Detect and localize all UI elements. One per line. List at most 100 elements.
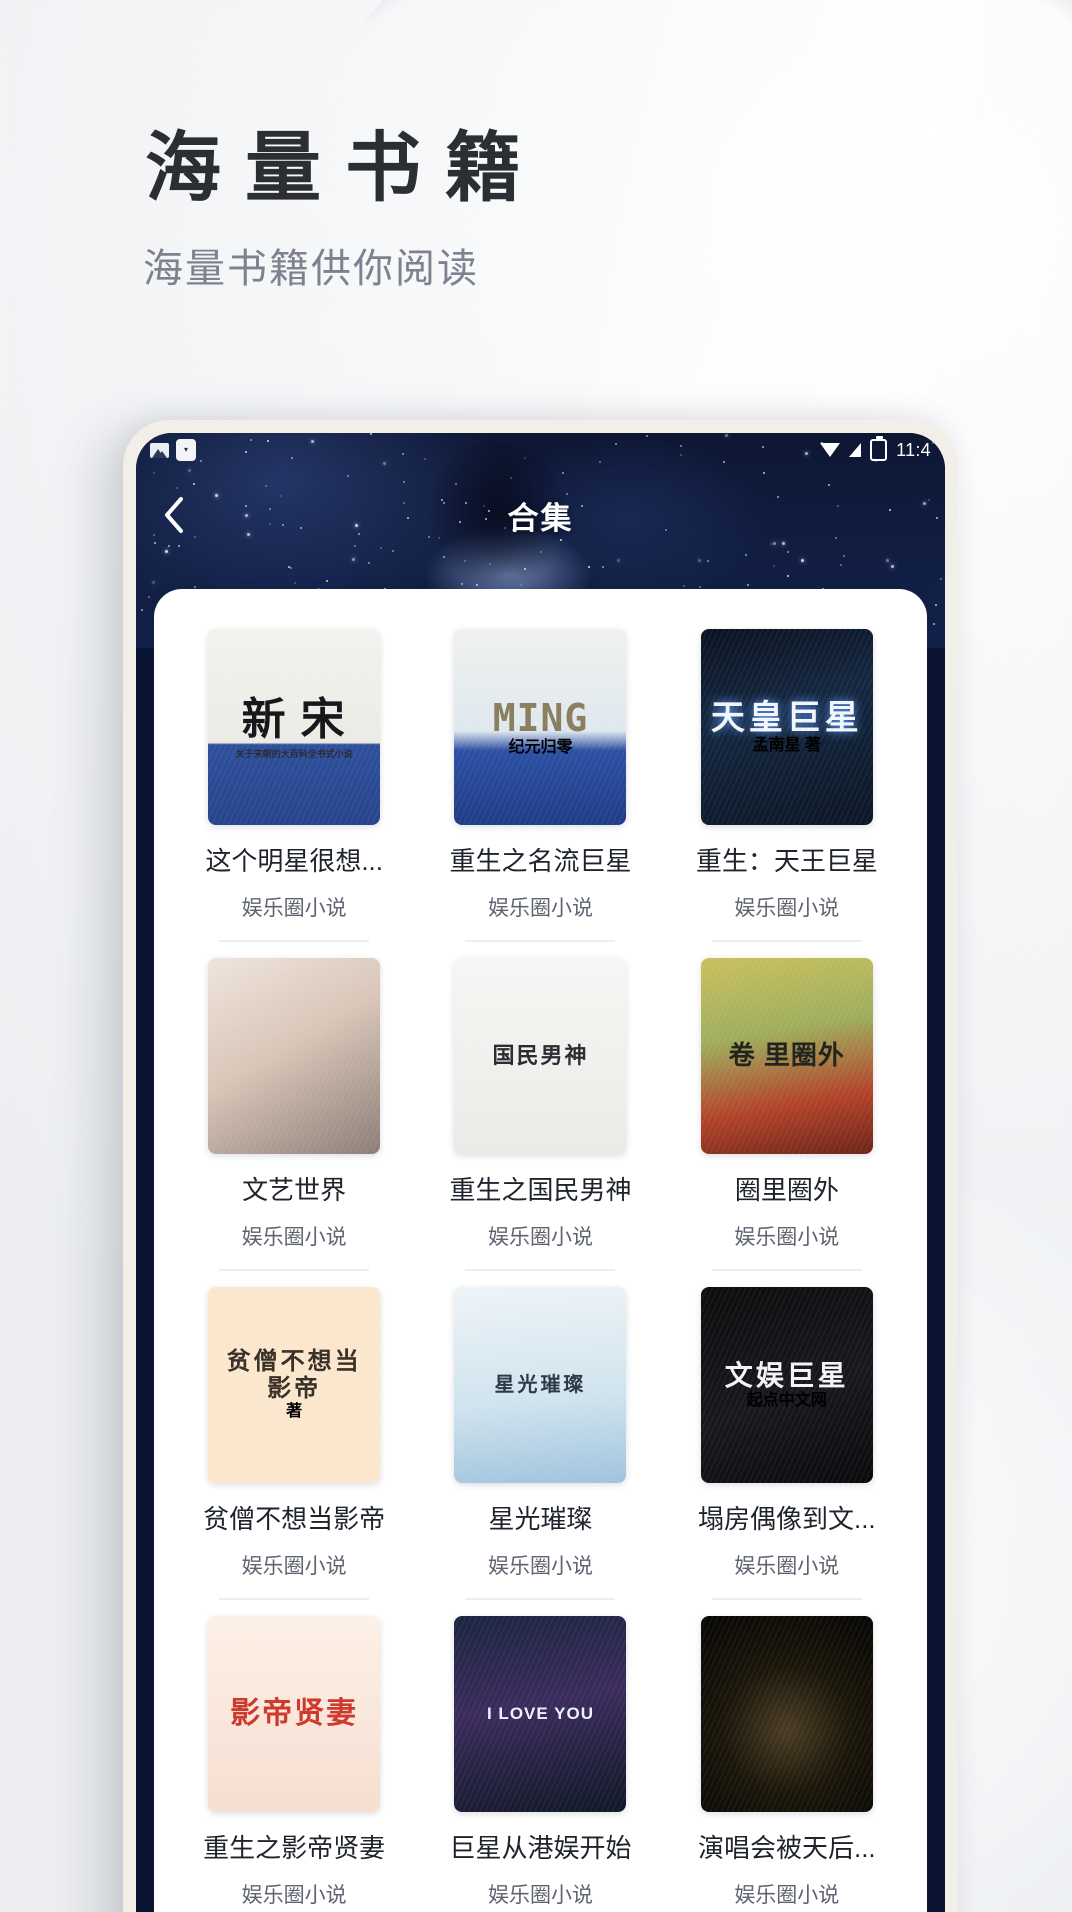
cover-label: MING 纪元归零 bbox=[487, 697, 595, 757]
page-title: 海量书籍 bbox=[143, 131, 923, 209]
nav-bar: 合集 bbox=[136, 479, 945, 551]
book-category: 娱乐圈小说 bbox=[242, 1879, 347, 1909]
card-divider bbox=[712, 1269, 862, 1271]
book-title: 重生之影帝贤妻 bbox=[203, 1828, 385, 1865]
book-cover[interactable]: 星光璀璨 bbox=[454, 1287, 626, 1483]
book-title: 圈里圈外 bbox=[735, 1170, 839, 1207]
cover-title-text: I LOVE YOU bbox=[487, 1704, 594, 1723]
card-divider bbox=[219, 940, 369, 942]
book-card[interactable]: 卷 里圈外圈里圈外娱乐圈小说 bbox=[677, 958, 897, 1271]
cover-title-text: MING bbox=[493, 697, 589, 740]
cover-title-text: 新 宋 bbox=[236, 695, 353, 744]
book-category: 娱乐圈小说 bbox=[488, 892, 593, 922]
card-divider bbox=[219, 1269, 369, 1271]
cover-title-text: 星光璀璨 bbox=[494, 1374, 586, 1396]
battery-icon bbox=[870, 439, 887, 461]
book-cover[interactable]: 新 宋关于宋朝的大百科全书式小说 bbox=[208, 629, 380, 825]
card-divider bbox=[712, 940, 862, 942]
book-category: 娱乐圈小说 bbox=[734, 1550, 839, 1580]
cover-label: 贫僧不想当影帝著 bbox=[208, 1349, 380, 1421]
card-divider bbox=[465, 1269, 615, 1271]
status-bar-left: ▾ bbox=[150, 439, 196, 461]
book-title: 贫僧不想当影帝 bbox=[203, 1499, 385, 1536]
phone-screen: ▾ 11:4 合集 新 宋关于宋朝的大百科全书式小说这个明星很想... 娱乐圈小说… bbox=[136, 433, 945, 1912]
book-card[interactable]: 贫僧不想当影帝著贫僧不想当影帝 娱乐圈小说 bbox=[184, 1287, 404, 1600]
cover-label: 国民男神 bbox=[486, 1044, 594, 1069]
cover-label: 卷 里圈外 bbox=[723, 1041, 851, 1070]
book-title: 重生之国民男神 bbox=[449, 1170, 631, 1207]
status-bar-time: 11:4 bbox=[896, 440, 931, 461]
cover-title-text: 文娱巨星 bbox=[725, 1360, 849, 1391]
book-grid: 新 宋关于宋朝的大百科全书式小说 这个明星很想... 娱乐圈小说 MING 纪元归零 重生… bbox=[154, 589, 927, 1912]
wifi-icon bbox=[820, 443, 840, 457]
cover-label: 影帝贤妻 bbox=[224, 1697, 364, 1731]
cover-title-text: 国民男神 bbox=[492, 1044, 588, 1069]
cover-sub-text: 孟南星 著 bbox=[711, 737, 863, 755]
cover-sub-text: 著 bbox=[214, 1403, 374, 1421]
book-card[interactable]: 星光璀璨 星光璀璨 娱乐圈小说 bbox=[430, 1287, 650, 1600]
card-divider bbox=[712, 1598, 862, 1600]
book-title: 重生：天王巨星 bbox=[696, 841, 878, 878]
book-cover[interactable]: MING 纪元归零 bbox=[454, 629, 626, 825]
book-card[interactable]: I LOVE YOU 巨星从港娱开始娱乐圈小说 bbox=[430, 1616, 650, 1912]
card-divider bbox=[465, 940, 615, 942]
cover-sub-text: 关于宋朝的大百科全书式小说 bbox=[236, 749, 353, 759]
image-icon bbox=[150, 443, 169, 458]
book-card[interactable]: 文娱巨星 起点中文网塌房偶像到文... 娱乐圈小说 bbox=[677, 1287, 897, 1600]
book-card[interactable]: 国民男神重生之国民男神娱乐圈小说 bbox=[430, 958, 650, 1271]
signal-icon bbox=[849, 443, 861, 457]
book-title: 巨星从港娱开始 bbox=[449, 1828, 631, 1865]
cover-title-text: 天皇巨星 bbox=[711, 699, 863, 737]
cover-texture bbox=[208, 958, 380, 1154]
book-cover[interactable]: 贫僧不想当影帝著 bbox=[208, 1287, 380, 1483]
cover-title-text: 影帝贤妻 bbox=[230, 1697, 358, 1731]
book-title: 塌房偶像到文... bbox=[698, 1499, 876, 1536]
cover-sub-text: 纪元归零 bbox=[493, 739, 589, 757]
book-category: 娱乐圈小说 bbox=[734, 892, 839, 922]
book-title: 文艺世界 bbox=[242, 1170, 346, 1207]
status-bar: ▾ 11:4 bbox=[136, 433, 945, 467]
nav-title: 合集 bbox=[136, 493, 945, 538]
book-category: 娱乐圈小说 bbox=[242, 892, 347, 922]
book-cover[interactable] bbox=[208, 958, 380, 1154]
promo-headline: 海量书籍 海量书籍供你阅读 bbox=[143, 131, 923, 294]
book-card[interactable]: 影帝贤妻重生之影帝贤妻娱乐圈小说 bbox=[184, 1616, 404, 1912]
cover-label: 新 宋关于宋朝的大百科全书式小说 bbox=[230, 695, 359, 758]
cover-label: 天皇巨星 孟南星 著 bbox=[705, 699, 869, 755]
book-cover[interactable] bbox=[701, 1616, 873, 1812]
card-divider bbox=[219, 1598, 369, 1600]
page-subtitle: 海量书籍供你阅读 bbox=[143, 236, 923, 294]
status-bar-right: 11:4 bbox=[820, 439, 931, 461]
book-card[interactable]: 演唱会被天后... 娱乐圈小说 bbox=[677, 1616, 897, 1912]
book-cover[interactable]: 天皇巨星 孟南星 著 bbox=[701, 629, 873, 825]
cover-title-text: 卷 里圈外 bbox=[729, 1041, 845, 1070]
book-cover[interactable]: 影帝贤妻 bbox=[208, 1616, 380, 1812]
book-category: 娱乐圈小说 bbox=[734, 1879, 839, 1909]
book-category: 娱乐圈小说 bbox=[242, 1550, 347, 1580]
app-icon: ▾ bbox=[176, 439, 196, 461]
book-category: 娱乐圈小说 bbox=[488, 1221, 593, 1251]
book-category: 娱乐圈小说 bbox=[734, 1221, 839, 1251]
book-card[interactable]: 文艺世界 娱乐圈小说 bbox=[184, 958, 404, 1271]
book-card[interactable]: MING 纪元归零重生之名流巨星娱乐圈小说 bbox=[430, 629, 650, 942]
book-title: 这个明星很想... bbox=[205, 841, 383, 878]
book-category: 娱乐圈小说 bbox=[488, 1879, 593, 1909]
cover-label: 文娱巨星 起点中文网 bbox=[719, 1360, 855, 1409]
book-category: 娱乐圈小说 bbox=[488, 1550, 593, 1580]
cover-texture bbox=[701, 1616, 873, 1812]
book-cover[interactable]: 文娱巨星 起点中文网 bbox=[701, 1287, 873, 1483]
book-card[interactable]: 天皇巨星 孟南星 著重生：天王巨星娱乐圈小说 bbox=[677, 629, 897, 942]
cover-label: I LOVE YOU bbox=[481, 1704, 600, 1723]
cover-title-text: 贫僧不想当影帝 bbox=[214, 1349, 374, 1403]
cover-label: 星光璀璨 bbox=[488, 1374, 592, 1396]
card-divider bbox=[465, 1598, 615, 1600]
content-sheet: 新 宋关于宋朝的大百科全书式小说 这个明星很想... 娱乐圈小说 MING 纪元归零 重生… bbox=[154, 589, 927, 1912]
book-cover[interactable]: I LOVE YOU bbox=[454, 1616, 626, 1812]
phone-mockup: ▾ 11:4 合集 新 宋关于宋朝的大百科全书式小说这个明星很想... 娱乐圈小说… bbox=[123, 420, 958, 1912]
cover-sub-text: 起点中文网 bbox=[725, 1392, 849, 1410]
book-cover[interactable]: 卷 里圈外 bbox=[701, 958, 873, 1154]
book-cover[interactable]: 国民男神 bbox=[454, 958, 626, 1154]
book-title: 重生之名流巨星 bbox=[449, 841, 631, 878]
book-category: 娱乐圈小说 bbox=[242, 1221, 347, 1251]
book-card[interactable]: 新 宋关于宋朝的大百科全书式小说这个明星很想... 娱乐圈小说 bbox=[184, 629, 404, 942]
